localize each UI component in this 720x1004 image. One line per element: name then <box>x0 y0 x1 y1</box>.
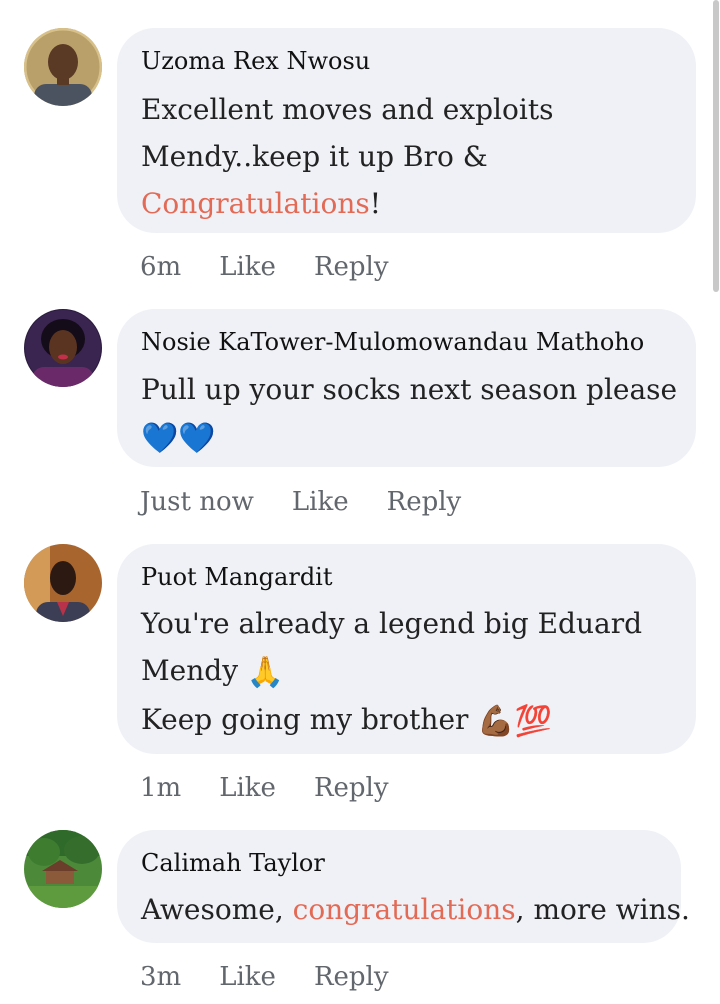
highlighted-word[interactable]: Congratulations <box>141 187 370 220</box>
comment-author[interactable]: Puot Mangardit <box>141 565 333 589</box>
scrollbar[interactable] <box>713 0 719 292</box>
comment-line-text: Awesome, <box>141 893 293 926</box>
avatar-nosie[interactable] <box>24 309 102 387</box>
reply-button[interactable]: Reply <box>314 773 389 803</box>
comment-line: Mendy 🙏 <box>141 647 674 696</box>
comment-bubble: Puot Mangardit You're already a legend b… <box>117 544 696 754</box>
like-button[interactable]: Like <box>219 252 276 282</box>
comment-line: Excellent moves and exploits <box>141 93 554 126</box>
comment-line: Awesome, congratulations, more wins. <box>141 886 690 933</box>
folded-hands-icon: 🙏 <box>246 655 285 690</box>
comment-actions: 3m Like Reply <box>140 962 389 992</box>
comment-time[interactable]: 3m <box>140 962 181 992</box>
comment-line: Congratulations! <box>141 180 674 227</box>
like-button[interactable]: Like <box>219 773 276 803</box>
comment-author[interactable]: Uzoma Rex Nwosu <box>141 49 370 73</box>
reply-button[interactable]: Reply <box>387 487 462 517</box>
reply-button[interactable]: Reply <box>314 252 389 282</box>
comment-time[interactable]: 6m <box>140 252 181 282</box>
comment-time[interactable]: 1m <box>140 773 181 803</box>
comment-line-text: Mendy <box>141 654 239 687</box>
comment-line: Pull up your socks next season please <box>141 373 678 406</box>
comment-line-text: Keep going my brother <box>141 703 469 736</box>
flexed-biceps-hundred-icon: 💪🏾💯 <box>477 704 553 739</box>
avatar-uzoma[interactable] <box>24 28 102 106</box>
comment-line-text: , more wins. <box>515 893 690 926</box>
comment-actions: Just now Like Reply <box>140 487 461 517</box>
comment-bubble: Uzoma Rex Nwosu Excellent moves and expl… <box>117 28 696 233</box>
comment-text: You're already a legend big Eduard Mendy… <box>141 600 674 745</box>
comment-emoji-line: 💙💙 <box>141 413 674 462</box>
comment-bubble: Nosie KaTower-Mulomowandau Mathoho Pull … <box>117 309 696 467</box>
comment-text: Awesome, congratulations, more wins. <box>141 886 690 933</box>
avatar-calimah[interactable] <box>24 830 102 908</box>
comment-time[interactable]: Just now <box>140 487 254 517</box>
comment-author[interactable]: Nosie KaTower-Mulomowandau Mathoho <box>141 330 644 354</box>
comment-bubble: Calimah Taylor Awesome, congratulations,… <box>117 830 690 943</box>
comment-author[interactable]: Calimah Taylor <box>141 851 325 875</box>
comment-actions: 6m Like Reply <box>140 252 389 282</box>
comment-line: You're already a legend big Eduard <box>141 607 643 640</box>
comment-line: Keep going my brother 💪🏾💯 <box>141 696 674 745</box>
highlighted-word[interactable]: congratulations <box>293 893 516 926</box>
blue-heart-icon: 💙💙 <box>141 421 216 456</box>
like-button[interactable]: Like <box>292 487 349 517</box>
comment-actions: 1m Like Reply <box>140 773 389 803</box>
like-button[interactable]: Like <box>219 962 276 992</box>
comment-text: Pull up your socks next season please 💙💙 <box>141 366 678 462</box>
comment-text: Excellent moves and exploits Mendy..keep… <box>141 86 674 227</box>
comment-line: Mendy..keep it up Bro & <box>141 140 488 173</box>
avatar-puot[interactable] <box>24 544 102 622</box>
reply-button[interactable]: Reply <box>314 962 389 992</box>
comment-tail: ! <box>369 187 381 220</box>
